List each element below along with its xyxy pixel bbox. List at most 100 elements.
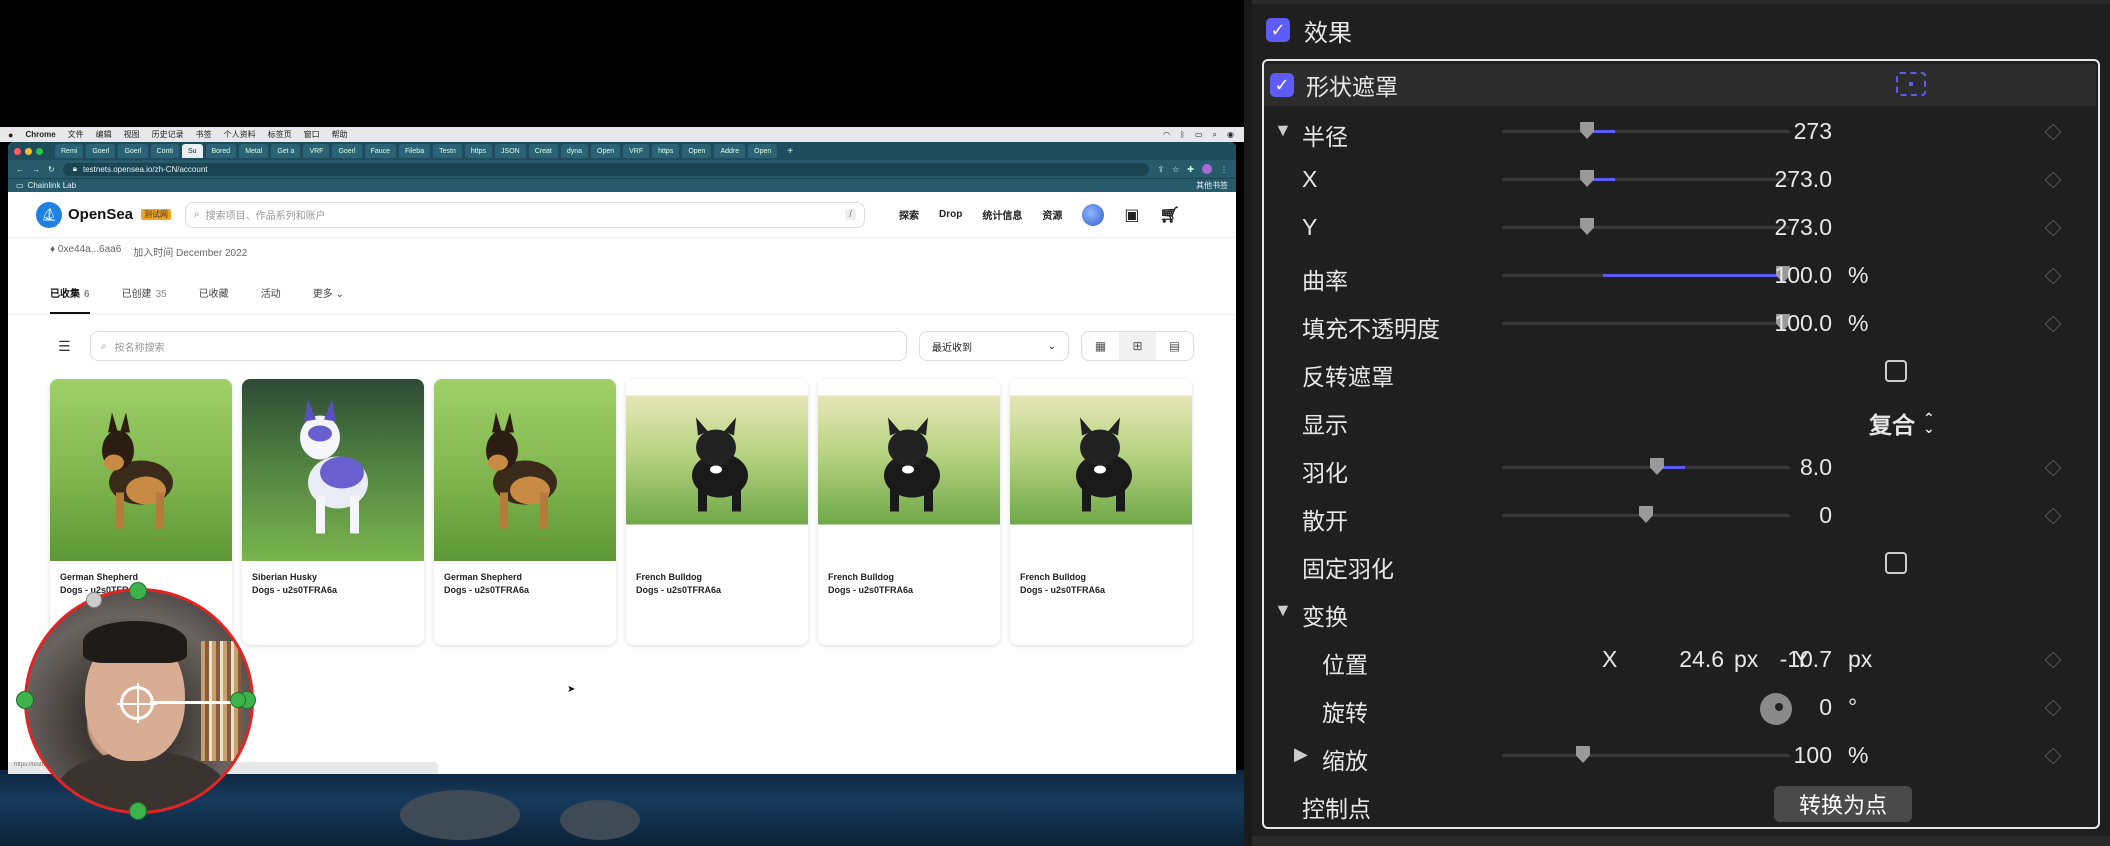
- menubar-item[interactable]: 书签: [196, 129, 212, 140]
- nft-card[interactable]: Siberian Husky Dogs - u2s0TFRA6a: [242, 379, 424, 645]
- keyframe-icon[interactable]: [2044, 219, 2062, 237]
- other-bookmarks[interactable]: 其他书签: [1196, 180, 1228, 191]
- menubar-item[interactable]: 标签页: [268, 129, 292, 140]
- keyframe-icon[interactable]: [2044, 315, 2062, 333]
- display-popup[interactable]: 复合 ⌃ ⌄: [1869, 406, 1935, 440]
- cart-icon[interactable]: 🛒︎: [1160, 205, 1180, 225]
- fill-opacity-value[interactable]: 100.0: [1712, 310, 1832, 337]
- large-grid-view-icon[interactable]: ▦: [1082, 332, 1119, 360]
- mask-center-crosshair-icon[interactable]: [117, 683, 157, 723]
- menubar-item[interactable]: 文件: [68, 129, 84, 140]
- mask-handle-bottom[interactable]: [129, 802, 147, 820]
- nft-image[interactable]: [434, 379, 616, 561]
- browser-tab[interactable]: Conti: [150, 144, 179, 158]
- keyframe-icon[interactable]: [2044, 267, 2062, 285]
- nft-image[interactable]: [50, 379, 232, 561]
- slider-knob[interactable]: [1580, 170, 1595, 187]
- bookmark-star-icon[interactable]: ☆: [1172, 165, 1179, 174]
- keyframe-icon[interactable]: [2044, 459, 2062, 477]
- nft-collection[interactable]: Dogs - u2s0TFRA6a: [636, 584, 798, 597]
- profile-icon[interactable]: [1202, 164, 1212, 174]
- tab-activity[interactable]: 活动: [261, 285, 281, 314]
- menubar-item[interactable]: 窗口: [304, 129, 320, 140]
- curvature-value[interactable]: 100.0: [1712, 262, 1832, 289]
- zoom-window-button[interactable]: [36, 147, 43, 155]
- keyframe-icon[interactable]: [2044, 171, 2062, 189]
- menubar-item[interactable]: 编辑: [96, 129, 112, 140]
- nft-image[interactable]: [818, 379, 1000, 561]
- battery-icon[interactable]: ▭: [1195, 130, 1203, 140]
- new-tab-icon[interactable]: +: [787, 146, 793, 157]
- grid-view-icon[interactable]: ⊞: [1119, 332, 1156, 360]
- position-x-value[interactable]: 24.6: [1604, 646, 1724, 673]
- menubar-app[interactable]: Chrome: [25, 130, 55, 139]
- nft-collection[interactable]: Dogs - u2s0TFRA6a: [444, 584, 606, 597]
- minimize-window-button[interactable]: [25, 147, 32, 155]
- browser-tab[interactable]: Goerl: [118, 144, 148, 158]
- nav-resources[interactable]: 资源: [1042, 207, 1062, 222]
- browser-tab[interactable]: VRF: [623, 144, 650, 158]
- forward-icon[interactable]: →: [32, 165, 40, 174]
- apple-icon[interactable]: ●: [8, 130, 13, 140]
- nav-explore[interactable]: 探索: [899, 207, 919, 222]
- nft-card[interactable]: German Shepherd Dogs - u2s0TFRA6a: [434, 379, 616, 645]
- convert-to-points-button[interactable]: 转换为点: [1774, 786, 1912, 822]
- tab-more[interactable]: 更多 ⌄: [313, 285, 344, 314]
- browser-tab[interactable]: Bored: [205, 144, 237, 158]
- browser-tab[interactable]: Creat: [528, 144, 558, 158]
- browser-tab[interactable]: Fauce: [364, 144, 397, 158]
- browser-tab[interactable]: https: [464, 144, 493, 158]
- effects-checkbox[interactable]: ✓: [1266, 18, 1290, 42]
- wifi-icon[interactable]: ◠: [1163, 130, 1170, 140]
- position-y-value[interactable]: -10.7: [1712, 646, 1832, 673]
- site-search-input[interactable]: ⌕ 搜索项目、作品系列和账户 /: [185, 201, 866, 228]
- browser-tab[interactable]: dyna: [560, 144, 589, 158]
- name-search-input[interactable]: ⌕ 按名称搜索: [90, 331, 907, 361]
- keyframe-icon[interactable]: [2044, 747, 2062, 765]
- keyframe-icon[interactable]: [2044, 123, 2062, 141]
- radius-value[interactable]: 273: [1712, 118, 1832, 145]
- shape-mask-onscreen-control-icon[interactable]: [1896, 72, 1926, 96]
- browser-tab[interactable]: Fileba: [399, 144, 431, 158]
- disclosure-triangle-open-icon[interactable]: ▼: [1274, 120, 1292, 141]
- browser-tab[interactable]: Metal: [239, 144, 269, 158]
- extensions-icon[interactable]: ✚: [1187, 165, 1194, 174]
- mask-curvature-handle[interactable]: [86, 592, 102, 608]
- menubar-item[interactable]: 帮助: [332, 129, 348, 140]
- tab-favorited[interactable]: 已收藏: [199, 285, 229, 314]
- shape-mask-checkbox[interactable]: ✓: [1270, 73, 1294, 97]
- eth-address[interactable]: ♦ 0xe44a...6aa6: [50, 244, 121, 259]
- rotation-value[interactable]: 0: [1712, 694, 1832, 721]
- browser-tab[interactable]: https: [652, 144, 680, 158]
- slider-knob[interactable]: [1580, 218, 1595, 235]
- browser-tab[interactable]: Get a: [271, 144, 301, 158]
- nft-image[interactable]: [626, 379, 808, 561]
- address-bar[interactable]: 🔒︎ testnets.opensea.io/zh-CN/account: [62, 162, 1150, 176]
- nft-image[interactable]: [242, 379, 424, 561]
- wallet-icon[interactable]: ▣: [1124, 205, 1139, 225]
- keyframe-icon[interactable]: [2044, 507, 2062, 525]
- nav-drop[interactable]: Drop: [939, 209, 962, 220]
- close-window-button[interactable]: [14, 147, 21, 155]
- browser-tab[interactable]: Remi: [55, 144, 84, 158]
- nft-card[interactable]: French Bulldog Dogs - u2s0TFRA6a: [626, 379, 808, 645]
- bluetooth-icon[interactable]: ᛒ: [1180, 130, 1185, 140]
- bookmark-item[interactable]: Chainlink Lab: [28, 181, 76, 190]
- account-avatar[interactable]: [1082, 203, 1105, 226]
- disclosure-triangle-open-icon[interactable]: ▼: [1274, 600, 1292, 621]
- opensea-logo[interactable]: ⛵︎ OpenSea 测试网: [36, 201, 172, 228]
- y-value[interactable]: 273.0: [1712, 214, 1832, 241]
- mask-feather-handle[interactable]: [230, 692, 246, 708]
- fixed-feather-checkbox[interactable]: [1885, 552, 1907, 574]
- browser-tab[interactable]: Goerl: [332, 144, 362, 158]
- invert-mask-checkbox[interactable]: [1885, 360, 1907, 382]
- search-icon[interactable]: ⌕: [1213, 130, 1217, 140]
- browser-tab[interactable]: Open: [682, 144, 712, 158]
- sort-select[interactable]: 最近收到 ⌄: [919, 331, 1069, 361]
- slider-knob[interactable]: [1639, 506, 1653, 523]
- panel-divider[interactable]: [1244, 0, 1252, 846]
- mask-handle-top[interactable]: [129, 582, 147, 600]
- reload-icon[interactable]: ↻: [48, 165, 55, 174]
- browser-tab[interactable]: VRF: [303, 144, 330, 158]
- share-icon[interactable]: ⇪: [1157, 165, 1164, 174]
